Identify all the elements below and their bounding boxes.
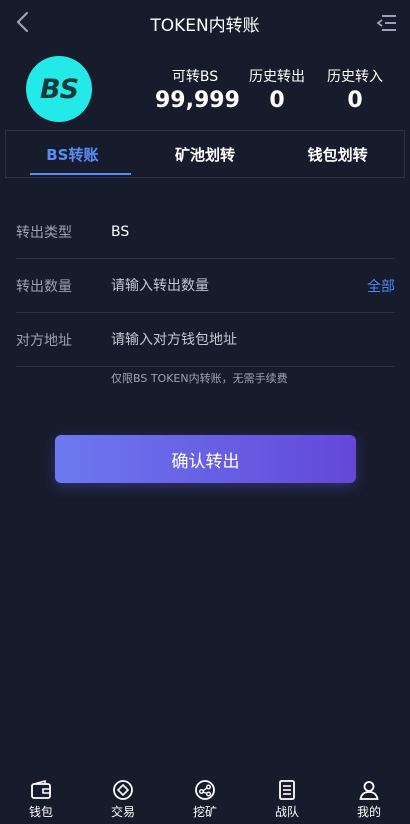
nav-item-mining[interactable]: 挖矿	[164, 774, 246, 824]
nav-label: 交易	[110, 805, 135, 819]
type-row: 转出类型 BS	[16, 205, 395, 259]
nav-label: 挖矿	[192, 805, 217, 819]
mining-icon	[195, 780, 215, 800]
all-button[interactable]: 全部	[367, 276, 395, 296]
stat-value: 0	[347, 88, 363, 113]
transfer-note: 仅限BS TOKEN内转账，无需手续费	[111, 372, 288, 385]
exchange-icon	[113, 780, 133, 800]
page-title: TOKEN内转账	[150, 15, 260, 36]
transfer-tabs: BS转账 矿池划转 钱包划转	[5, 130, 405, 178]
amount-input[interactable]	[111, 277, 367, 294]
avatar-text: BS	[39, 73, 79, 105]
stat-available: 可转BS 99,999	[155, 66, 240, 113]
type-value: BS	[111, 223, 130, 240]
amount-row: 转出数量 全部	[16, 259, 395, 313]
team-icon	[279, 780, 295, 800]
tab-wallet-transfer[interactable]: 钱包划转	[271, 131, 404, 177]
stat-label: 历史转出	[249, 69, 305, 85]
nav-item-trade[interactable]: 交易	[82, 774, 164, 824]
nav-item-team[interactable]: 战队	[246, 774, 328, 824]
type-label: 转出类型	[16, 224, 72, 241]
nav-label: 战队	[274, 805, 299, 819]
tab-pool-transfer[interactable]: 矿池划转	[139, 131, 272, 177]
nav-item-wallet[interactable]: 钱包	[0, 774, 82, 824]
confirm-transfer-button[interactable]: 确认转出	[55, 435, 356, 483]
token-avatar: BS	[26, 56, 92, 122]
stat-label: 可转BS	[171, 69, 219, 85]
user-icon	[359, 781, 379, 800]
nav-item-profile[interactable]: 我的	[328, 774, 410, 824]
stat-history-out: 历史转出 0	[242, 66, 312, 113]
address-row: 对方地址	[16, 313, 395, 367]
nav-label: 我的	[356, 805, 381, 819]
wallet-icon	[31, 779, 51, 799]
stat-label: 历史转入	[327, 69, 383, 85]
address-input[interactable]	[111, 331, 395, 348]
amount-label: 转出数量	[16, 278, 72, 295]
bottom-nav: 钱包 交易 挖矿 战队 我的	[0, 774, 410, 824]
menu-list-icon[interactable]	[376, 12, 398, 34]
header-bar: TOKEN内转账	[0, 0, 410, 46]
transfer-form: 转出类型 BS 转出数量 全部 对方地址	[16, 205, 395, 367]
stat-value: 0	[269, 88, 285, 113]
stat-history-in: 历史转入 0	[320, 66, 390, 113]
tab-bs-transfer[interactable]: BS转账	[6, 131, 139, 177]
address-label: 对方地址	[16, 332, 72, 349]
chevron-left-icon[interactable]	[12, 10, 34, 34]
stat-value: 99,999	[155, 88, 240, 113]
nav-label: 钱包	[28, 805, 53, 819]
